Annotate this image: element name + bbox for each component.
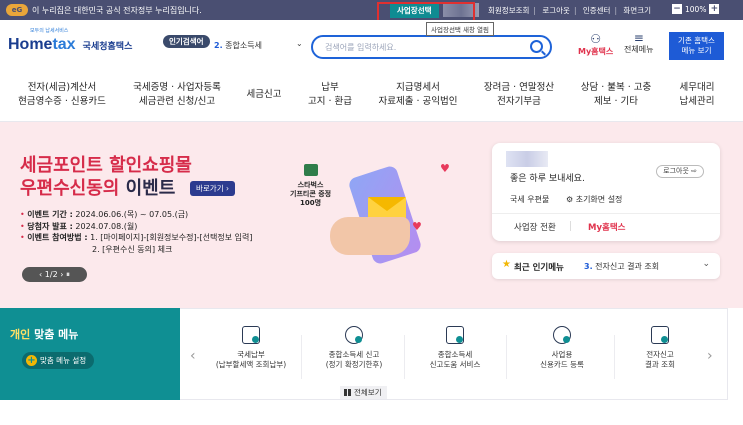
banner-title-line2: 우편수신동의 이벤트 (20, 178, 176, 199)
menu-business-card-register[interactable]: 사업용 신용카드 등록 (516, 326, 608, 370)
banner-pager[interactable]: ‹ 1/2 › ⏸ (22, 267, 87, 282)
menu-income-tax-help[interactable]: 종합소득세 신고도움 서비스 (409, 326, 501, 370)
nav-consulting[interactable]: 상담 · 불복 · 고충 제보 · 기타 (581, 81, 652, 109)
banner-info: • 이벤트 기간 : 2024.06.06.(목) ~ 07.05.(금) • … (20, 210, 253, 254)
site-header: 모두의 납세서비스 Hometax 국세청홈택스 인기검색어 2. 종합소득세 … (0, 20, 743, 72)
chevron-down-icon[interactable]: ⌄ (702, 259, 710, 269)
hand-illustration (330, 217, 410, 255)
logo-korean: 국세청홈택스 (82, 42, 133, 52)
classic-menu-line1: 기존 홈택스 (678, 36, 715, 45)
view-all-button[interactable]: 전체보기 (340, 386, 387, 399)
handshake-icon (553, 326, 571, 344)
member-info-link[interactable]: 회원정보조회 (484, 6, 533, 15)
classic-menu-line2: 메뉴 보기 (681, 46, 712, 55)
recent-popular-menu[interactable]: ★ 최근 인기메뉴 3. 전자신고 결과 조회 ⌄ (492, 253, 720, 279)
popular-keyword: 종합소득세 (225, 41, 262, 50)
all-menu-button[interactable]: ≡ 전체메뉴 (624, 32, 653, 55)
hometax-logo[interactable]: 모두의 납세서비스 Hometax 국세청홈택스 (8, 28, 133, 54)
logo-brand-home: Home (8, 36, 53, 53)
nav-tax-agent[interactable]: 세무대리 납세관리 (680, 81, 715, 109)
egov-logo: eG (6, 4, 28, 16)
logo-tagline: 모두의 납세서비스 (30, 28, 69, 34)
nav-e-invoice[interactable]: 전자(세금)계산서 현금영수증 · 신용카드 (18, 81, 106, 109)
popular-search-label: 인기검색어 (163, 35, 210, 48)
consult-icon (446, 326, 464, 344)
tax-mail-link[interactable]: 국세 우편물 (510, 194, 549, 205)
zoom-out-icon[interactable]: − (672, 4, 682, 14)
nav-payment[interactable]: 납부 고지 · 환급 (308, 81, 352, 109)
personal-menu-title: 개인 맞춤 메뉴 (10, 328, 79, 341)
business-select-tooltip: 사업장선택 새창 열림 (426, 22, 494, 36)
user-card: 좋은 하루 보내세요. 로그아웃 ⇨ 국세 우편물 ⚙ 초기화면 설정 사업장 … (492, 143, 720, 241)
classic-menu-button[interactable]: 기존 홈택스 메뉴 보기 (669, 32, 724, 60)
chevron-left-icon[interactable]: ‹ (190, 348, 196, 364)
zoom-control: − 100% + (672, 4, 720, 14)
chevron-down-icon: ⌄ (296, 39, 303, 48)
banner-go-button[interactable]: 바로가기 › (190, 181, 235, 196)
heart-icon: ♥ (440, 162, 450, 175)
menu-tax-payment[interactable]: 국세납부 (납부할세액 조회납부) (205, 326, 297, 370)
nav-incentive[interactable]: 장려금 · 연말정산 전자기부금 (484, 81, 554, 109)
chevron-right-icon[interactable]: › (707, 348, 713, 364)
printer-icon (651, 326, 669, 344)
my-hometax-link[interactable]: My홈택스 (588, 221, 625, 233)
logout-button[interactable]: 로그아웃 ⇨ (656, 165, 704, 178)
zoom-level: 100% (685, 4, 707, 14)
money-bag-icon (345, 326, 363, 344)
popular-menu-item[interactable]: 3. 전자신고 결과 조회 (584, 261, 659, 272)
my-hometax-label: My홈택스 (578, 47, 614, 56)
search-placeholder: 검색어를 입력하세요. (325, 43, 397, 52)
hamburger-icon: ≡ (633, 31, 644, 45)
highlight-box (377, 2, 475, 22)
logo-brand-tax: tax (52, 36, 76, 53)
heart-icon: ♥ (412, 220, 422, 233)
cert-center-link[interactable]: 인증센터 (579, 6, 615, 15)
search-icon[interactable] (530, 40, 543, 53)
zoom-in-icon[interactable]: + (709, 4, 720, 14)
coffee-icon (303, 164, 318, 176)
popular-menu-title: 최근 인기메뉴 (514, 263, 564, 273)
greeting-text: 좋은 하루 보내세요. (510, 174, 585, 184)
user-name-redacted (506, 151, 548, 167)
main-nav: 전자(세금)계산서 현금영수증 · 신용카드 국세증명 · 사업자등록 세금관련 신… (0, 72, 743, 122)
starbucks-coupon: 스타벅스 기프티콘 증정 100명 (290, 164, 331, 208)
my-hometax-button[interactable]: ⚇ My홈택스 (578, 32, 613, 57)
top-links: 회원정보조회 | 로그아웃 | 인증센터 | 화면크기 (484, 5, 655, 16)
personal-menu-panel: 개인 맞춤 메뉴 맞춤 메뉴 설정 (0, 308, 180, 400)
document-icon (242, 326, 260, 344)
banner-title-line1: 세금포인트 할인쇼핑몰 (20, 155, 192, 176)
user-settings-icon: ⚇ (590, 32, 602, 46)
nav-tax-filing[interactable]: 세금신고 (247, 88, 282, 102)
initial-screen-setting-link[interactable]: ⚙ 초기화면 설정 (566, 194, 622, 205)
nav-certificate[interactable]: 국세증명 · 사업자등록 세금관련 신청/신고 (133, 81, 221, 109)
screen-size-label: 화면크기 (623, 6, 651, 15)
nav-payment-statement[interactable]: 지급명세서 자료제출 · 공익법인 (379, 81, 458, 109)
menu-income-tax-filing[interactable]: 종합소득세 신고 (정기 확정기한후) (308, 326, 400, 370)
star-icon: ★ (502, 259, 511, 270)
popular-search-select[interactable]: 2. 종합소득세 ⌄ (214, 39, 303, 51)
popular-rank: 2. (214, 41, 223, 50)
search-input[interactable]: 검색어를 입력하세요. (311, 35, 552, 59)
all-menu-label: 전체메뉴 (624, 45, 654, 54)
gov-notice-text: 이 누리집은 대한민국 공식 전자정부 누리집입니다. (32, 6, 202, 15)
gov-bar: eG 이 누리집은 대한민국 공식 전자정부 누리집입니다. 사업장선택 회원정… (0, 0, 743, 20)
custom-menu-setting-button[interactable]: 맞춤 메뉴 설정 (22, 352, 95, 369)
business-switch-link[interactable]: 사업장 전환 (514, 221, 556, 233)
logout-link[interactable]: 로그아웃 (538, 6, 574, 15)
menu-efiling-result[interactable]: 전자신고 결과 조회 (614, 326, 706, 370)
